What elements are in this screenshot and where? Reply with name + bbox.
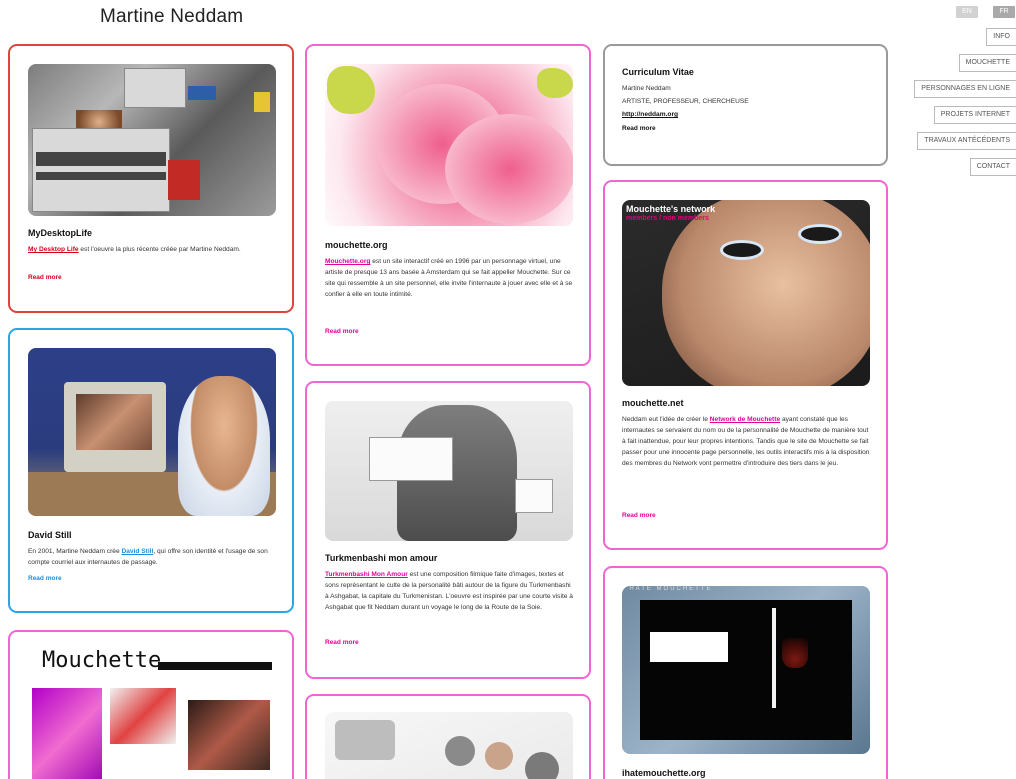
leaf-image bbox=[537, 68, 573, 98]
card-description-text: Neddam eut l'idée de créer le bbox=[622, 416, 710, 423]
card-description-text: ayant constaté que les internautes se se… bbox=[622, 416, 870, 467]
card-link[interactable]: Network de Mouchette bbox=[710, 416, 780, 423]
eye-image bbox=[720, 240, 764, 260]
text-panel bbox=[369, 437, 453, 481]
nav-item-info[interactable]: INFO bbox=[986, 28, 1016, 46]
card-title[interactable]: mouchette.org bbox=[325, 240, 388, 250]
object-image bbox=[445, 736, 475, 766]
person-image bbox=[178, 376, 270, 516]
card-mouchette-net[interactable]: Mouchette's network members / non member… bbox=[603, 180, 888, 550]
image-panel bbox=[515, 479, 553, 513]
cv-roles: ARTISTE, PROFESSEUR, CHERCHEUSE bbox=[622, 98, 749, 105]
mouth-image bbox=[188, 700, 270, 770]
cv-link-wrap: http://neddam.org bbox=[622, 109, 678, 120]
objects-thumbnail[interactable] bbox=[325, 712, 573, 779]
card-turkmenbashi[interactable]: Turkmenbashi mon amour Turkmenbashi Mon … bbox=[305, 381, 591, 679]
network-heading: Mouchette's network bbox=[626, 204, 716, 214]
object-image bbox=[485, 742, 513, 770]
desktop-panel bbox=[254, 92, 270, 112]
nav-item-mouchette[interactable]: MOUCHETTE bbox=[958, 54, 1016, 72]
card-description: Turkmenbashi Mon Amour est une compositi… bbox=[325, 569, 573, 613]
menu-bar bbox=[158, 662, 272, 670]
card-title[interactable]: Curriculum Vitae bbox=[622, 67, 694, 77]
card-description-text: est l'oeuvre la plus récente créée par M… bbox=[78, 246, 241, 253]
card-curriculum-vitae[interactable]: Curriculum Vitae Martine Neddam ARTISTE,… bbox=[603, 44, 888, 166]
desktop-window bbox=[124, 68, 186, 108]
card-title[interactable]: MyDesktopLife bbox=[28, 228, 92, 238]
card-description: Neddam eut l'idée de créer le Network de… bbox=[622, 414, 870, 469]
david-still-thumbnail[interactable] bbox=[28, 348, 276, 516]
desktop-window-bar bbox=[36, 152, 166, 166]
card-objects[interactable] bbox=[305, 694, 591, 779]
mydesktoplife-thumbnail[interactable] bbox=[28, 64, 276, 216]
desktop-window bbox=[32, 128, 170, 212]
card-title[interactable]: ihatemouchette.org bbox=[622, 768, 706, 778]
mouchette-logo: Mouchette bbox=[42, 648, 162, 673]
read-more-link[interactable]: Read more bbox=[28, 274, 62, 281]
read-more-link[interactable]: Read more bbox=[325, 639, 359, 646]
site-title[interactable]: Martine Neddam bbox=[100, 6, 243, 28]
read-more-link[interactable]: Read more bbox=[622, 125, 656, 132]
mouchette-org-thumbnail[interactable] bbox=[325, 64, 573, 226]
white-input-box bbox=[650, 632, 728, 662]
card-description: Mouchette.org est un site interactif cré… bbox=[325, 256, 573, 300]
main-nav: INFO MOUCHETTE PERSONNAGES EN LIGNE PROJ… bbox=[914, 28, 1016, 184]
card-title[interactable]: Turkmenbashi mon amour bbox=[325, 553, 437, 563]
desktop-window-bar bbox=[36, 172, 166, 180]
card-link[interactable]: Mouchette.org bbox=[325, 258, 370, 265]
dark-panel bbox=[640, 600, 852, 740]
pink-image bbox=[32, 688, 102, 779]
card-description-text: En 2001, Martine Neddam crée bbox=[28, 548, 122, 555]
petal-image bbox=[445, 114, 573, 224]
nav-item-contact[interactable]: CONTACT bbox=[969, 158, 1016, 176]
network-subheading: members / non members bbox=[626, 215, 709, 222]
card-link[interactable]: Turkmenbashi Mon Amour bbox=[325, 571, 408, 578]
object-image bbox=[525, 752, 559, 779]
card-description: En 2001, Martine Neddam crée David Still… bbox=[28, 546, 276, 568]
ihate-heading: I HATE MOUCHETTE bbox=[622, 586, 713, 592]
desktop-panel bbox=[168, 160, 200, 200]
language-fr-button[interactable]: FR bbox=[993, 6, 1015, 18]
read-more-link[interactable]: Read more bbox=[325, 328, 359, 335]
card-mouchette-org[interactable]: mouchette.org Mouchette.org est un site … bbox=[305, 44, 591, 366]
cv-name: Martine Neddam bbox=[622, 85, 671, 92]
card-link[interactable]: David Still bbox=[121, 548, 153, 555]
eye-image bbox=[798, 224, 842, 244]
language-en-button[interactable]: EN bbox=[956, 6, 978, 18]
candle-image bbox=[772, 608, 776, 708]
cv-link[interactable]: http://neddam.org bbox=[622, 111, 678, 118]
card-ihatemouchette[interactable]: I HATE MOUCHETTE ihatemouchette.org bbox=[603, 566, 888, 779]
nav-item-personnages[interactable]: PERSONNAGES EN LIGNE bbox=[914, 80, 1016, 98]
monitor-screen bbox=[76, 394, 152, 450]
card-david-still[interactable]: David Still En 2001, Martine Neddam crée… bbox=[8, 328, 294, 613]
object-image bbox=[335, 720, 395, 760]
mouchette-site-thumbnail[interactable]: Mouchette bbox=[28, 648, 276, 779]
nav-item-projets[interactable]: PROJETS INTERNET bbox=[933, 106, 1016, 124]
wine-glass-image bbox=[782, 638, 808, 668]
mouchette-net-thumbnail[interactable]: Mouchette's network members / non member… bbox=[622, 200, 870, 386]
card-mydesktoplife[interactable]: MyDesktopLife My Desktop Life est l'oeuv… bbox=[8, 44, 294, 313]
read-more-link[interactable]: Read more bbox=[622, 512, 656, 519]
desktop-panel bbox=[188, 86, 216, 100]
turkmenbashi-thumbnail[interactable] bbox=[325, 401, 573, 541]
card-description: My Desktop Life est l'oeuvre la plus réc… bbox=[28, 244, 276, 255]
card-title[interactable]: David Still bbox=[28, 530, 72, 540]
nav-item-travaux[interactable]: TRAVAUX ANTÉCÉDENTS bbox=[917, 132, 1016, 150]
card-title[interactable]: mouchette.net bbox=[622, 398, 684, 408]
card-link[interactable]: My Desktop Life bbox=[28, 246, 79, 253]
read-more-link[interactable]: Read more bbox=[28, 575, 62, 582]
leaf-image bbox=[327, 66, 375, 114]
card-mouchette-site[interactable]: Mouchette bbox=[8, 630, 294, 779]
red-dots-image bbox=[110, 688, 176, 744]
ihatemouchette-thumbnail[interactable]: I HATE MOUCHETTE bbox=[622, 586, 870, 754]
